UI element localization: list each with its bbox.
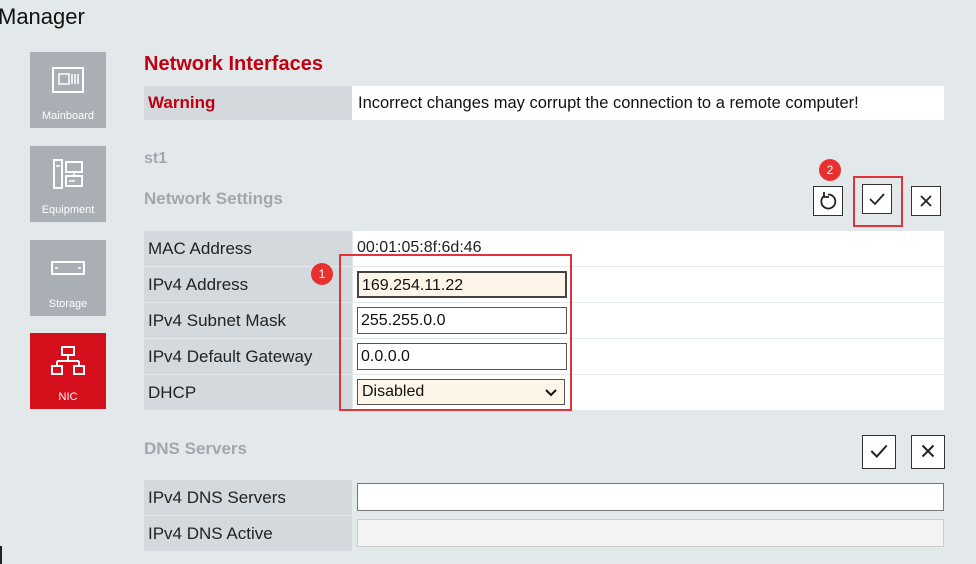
ipv4-address-input[interactable]: 169.254.11.22 [357, 271, 567, 298]
sidebar-item-storage[interactable]: Storage [30, 240, 106, 316]
row-label: DHCP [144, 375, 352, 410]
close-icon [920, 195, 932, 207]
sidebar-item-nic[interactable]: NIC [30, 333, 106, 409]
apply-button[interactable] [862, 184, 892, 214]
check-icon [870, 444, 888, 458]
sidebar-item-label: Storage [48, 298, 88, 310]
row-label: IPv4 Default Gateway [144, 339, 352, 374]
table-row: MAC Address 00:01:05:8f:6d:46 [144, 231, 944, 267]
sidebar-item-label: Equipment [41, 204, 95, 216]
step-badge-2: 2 [819, 159, 841, 181]
row-label: IPv4 DNS Active [144, 516, 352, 551]
sidebar-item-label: NIC [58, 391, 78, 403]
table-row: IPv4 DNS Active [144, 516, 944, 552]
text-cursor [0, 546, 2, 564]
network-icon [51, 346, 85, 375]
sidebar-item-label: Mainboard [42, 110, 94, 122]
dhcp-select-value: Disabled [362, 383, 425, 400]
sidebar-item-equipment[interactable]: Equipment [30, 146, 106, 222]
dns-active-field [357, 519, 944, 547]
step-badge-1: 1 [311, 263, 333, 285]
dns-servers-input[interactable] [357, 483, 944, 511]
reset-icon [820, 192, 837, 210]
table-row: DHCP Disabled [144, 375, 944, 411]
subnet-mask-input[interactable]: 255.255.0.0 [357, 307, 567, 334]
network-settings-heading: Network Settings [144, 189, 283, 208]
close-icon [921, 444, 935, 458]
mac-address-value: 00:01:05:8f:6d:46 [357, 239, 482, 256]
sidebar-item-mainboard[interactable]: Mainboard [30, 52, 106, 128]
dhcp-select[interactable]: Disabled [357, 379, 565, 405]
warning-label: Warning [144, 86, 352, 120]
chevron-down-icon [545, 389, 557, 397]
default-gateway-input[interactable]: 0.0.0.0 [357, 343, 567, 370]
row-label: IPv4 Subnet Mask [144, 303, 352, 338]
warning-row: Warning Incorrect changes may corrupt th… [144, 86, 944, 120]
section-title: Network Interfaces [144, 53, 323, 75]
dns-apply-button[interactable] [862, 435, 896, 469]
dns-cancel-button[interactable] [911, 435, 945, 469]
table-row: IPv4 DNS Servers [144, 480, 944, 516]
table-row: IPv4 Subnet Mask 255.255.0.0 [144, 303, 944, 339]
equipment-icon [53, 159, 83, 189]
dns-table: IPv4 DNS Servers IPv4 DNS Active [144, 480, 944, 552]
cancel-button[interactable] [911, 186, 941, 216]
table-row: IPv4 Default Gateway 0.0.0.0 [144, 339, 944, 375]
check-icon [869, 193, 885, 206]
app-title: Manager [0, 4, 85, 29]
table-row: IPv4 Address 169.254.11.22 [144, 267, 944, 303]
reset-button[interactable] [813, 186, 843, 216]
network-settings-table: MAC Address 00:01:05:8f:6d:46 IPv4 Addre… [144, 231, 944, 411]
row-label: MAC Address [144, 231, 352, 266]
dns-heading: DNS Servers [144, 439, 248, 458]
row-label: IPv4 DNS Servers [144, 480, 352, 515]
warning-message: Incorrect changes may corrupt the connec… [358, 94, 859, 112]
mainboard-icon [52, 67, 84, 93]
storage-icon [51, 261, 85, 275]
interface-name: st1 [144, 150, 168, 167]
